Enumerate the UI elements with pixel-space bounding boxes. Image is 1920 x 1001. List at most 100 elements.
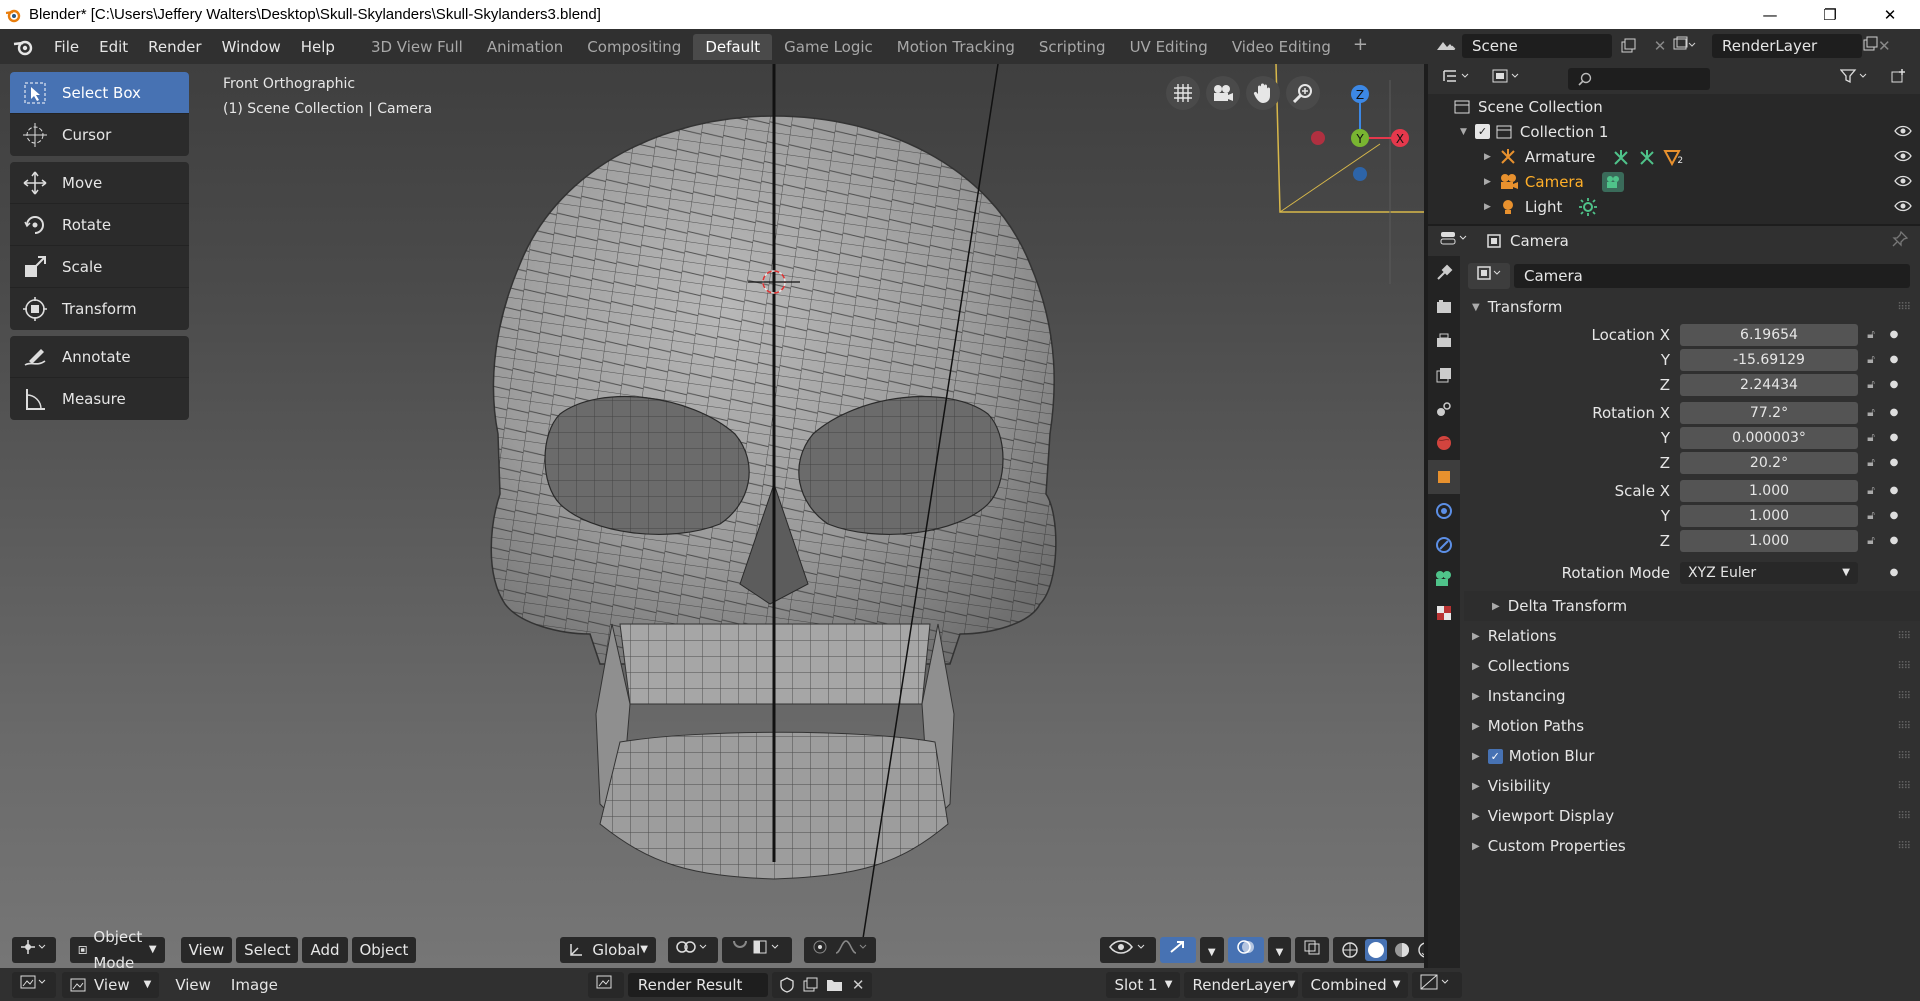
menu-add[interactable]: Add [302,937,348,963]
keyframe-dot-icon[interactable]: ● [1884,535,1904,546]
tool-select-box[interactable]: Select Box [10,72,189,114]
rotation-z-field[interactable]: 20.2° [1680,451,1858,474]
menu-object[interactable]: Object [351,937,417,963]
menu-file[interactable]: File [44,35,89,59]
gizmo-dropdown-icon[interactable]: ▼ [1199,937,1224,963]
outliner-row-camera[interactable]: ▶ Camera [1428,169,1920,194]
location-y-field[interactable]: -15.69129 [1680,348,1858,371]
new-image-icon[interactable] [802,977,818,993]
lock-icon[interactable]: 🔓︎ [1858,327,1884,342]
scale-y-field[interactable]: 1.000 [1680,504,1858,527]
close-window-button[interactable]: ✕ [1860,0,1920,29]
collection-exclude-checkbox[interactable]: ✓ [1474,124,1490,139]
lock-icon[interactable]: 🔓︎ [1858,533,1884,548]
object-name-field[interactable]: Camera [1514,264,1910,288]
tab-default[interactable]: Default [693,33,773,60]
outliner-row-collection-1[interactable]: ▼ ✓ Collection 1 [1428,119,1920,144]
lock-icon[interactable]: 🔓︎ [1858,430,1884,445]
scene-name-field[interactable]: Scene [1462,34,1612,58]
keyframe-dot-icon[interactable]: ● [1884,457,1904,468]
lock-icon[interactable]: 🔓︎ [1858,483,1884,498]
drag-grip-icon[interactable]: ⠿⠿ [1897,841,1911,852]
editor-type-icon[interactable] [12,937,56,963]
gizmo-toggle-icon[interactable] [1159,937,1196,963]
image-menu-image[interactable]: Image [221,973,288,997]
drag-grip-icon[interactable]: ⠿⠿ [1897,661,1911,672]
new-collection-icon[interactable] [1882,66,1916,92]
image-name-field[interactable]: Render Result [627,972,768,997]
drag-grip-icon[interactable]: ⠿⠿ [1897,302,1911,313]
visibility-icon[interactable] [1099,937,1156,963]
lock-icon[interactable]: 🔓︎ [1858,455,1884,470]
render-pass-dropdown[interactable]: Combined ▼ [1302,971,1409,998]
tool-annotate[interactable]: Annotate [10,336,189,378]
menu-select[interactable]: Select [236,937,299,963]
outliner-editor-type-icon[interactable] [1434,66,1480,92]
navigation-gizmo[interactable]: Z X Y [1300,72,1420,182]
keyframe-dot-icon[interactable]: ● [1884,354,1904,365]
tab-video-editing[interactable]: Video Editing [1220,34,1343,60]
texture-tab-icon[interactable] [1428,596,1460,630]
outliner-row-light[interactable]: ▶ Light [1428,194,1920,219]
drag-grip-icon[interactable]: ⠿⠿ [1897,721,1911,732]
keyframe-dot-icon[interactable]: ● [1884,485,1904,496]
drag-grip-icon[interactable]: ⠿⠿ [1897,631,1911,642]
tool-scale[interactable]: Scale [10,246,189,288]
tab-scripting[interactable]: Scripting [1027,34,1118,60]
keyframe-dot-icon[interactable]: ● [1884,379,1904,390]
image-editor-view-dropdown[interactable]: View ▼ [62,971,160,998]
view-layer-icon[interactable] [1672,36,1712,56]
keyframe-dot-icon[interactable]: ● [1884,510,1904,521]
visibility-eye-icon[interactable] [1894,173,1912,191]
tool-settings-tab-icon[interactable] [1428,256,1460,290]
visibility-eye-icon[interactable] [1894,148,1912,166]
fake-user-icon[interactable] [780,976,794,993]
render-tab-icon[interactable] [1428,290,1460,324]
drag-grip-icon[interactable]: ⠿⠿ [1897,781,1911,792]
drag-grip-icon[interactable]: ⠿⠿ [1897,691,1911,702]
motion-blur-panel-header[interactable]: ▶ ✓ Motion Blur ⠿⠿ [1464,741,1920,771]
scale-x-field[interactable]: 1.000 [1680,479,1858,502]
menu-window[interactable]: Window [212,35,291,59]
keyframe-dot-icon[interactable]: ● [1884,432,1904,443]
display-channels-icon[interactable] [1412,971,1463,998]
outliner-search-input[interactable] [1568,68,1710,90]
rendered-shading-icon[interactable] [1417,941,1424,959]
delta-transform-header[interactable]: ▶ Delta Transform [1464,591,1920,621]
unlink-image-icon[interactable]: ✕ [852,972,865,998]
tool-rotate[interactable]: Rotate [10,204,189,246]
menu-view[interactable]: View [180,937,233,963]
rotation-x-field[interactable]: 77.2° [1680,401,1858,424]
scene-icon[interactable] [1430,34,1462,58]
rotation-y-field[interactable]: 0.000003° [1680,426,1858,449]
object-browse-icon[interactable] [1468,263,1510,289]
drag-grip-icon[interactable]: ⠿⠿ [1897,811,1911,822]
snap-icon[interactable] [721,937,792,963]
rotation-mode-dropdown[interactable]: XYZ Euler ▼ [1680,561,1858,584]
tool-move[interactable]: Move [10,162,189,204]
lock-icon[interactable]: 🔓︎ [1858,377,1884,392]
outliner-row-scene-collection[interactable]: Scene Collection [1428,94,1920,119]
add-workspace-button[interactable]: + [1343,34,1378,60]
drag-grip-icon[interactable]: ⠿⠿ [1897,751,1911,762]
view-layer-name-field[interactable]: RenderLayer [1712,34,1862,58]
pan-hand-icon[interactable] [1246,76,1280,110]
pivot-point-icon[interactable] [667,937,718,963]
collections-panel-header[interactable]: ▶ Collections ⠿⠿ [1464,651,1920,681]
visibility-eye-icon[interactable] [1894,198,1912,216]
output-tab-icon[interactable] [1428,324,1460,358]
render-layer-dropdown[interactable]: RenderLayer ▼ [1184,971,1299,998]
keyframe-dot-icon[interactable]: ● [1884,567,1904,578]
view-layer-tab-icon[interactable] [1428,358,1460,392]
menu-help[interactable]: Help [291,35,345,59]
image-editor-type-icon[interactable] [12,971,56,998]
physics-tab-icon[interactable] [1428,528,1460,562]
tool-measure[interactable]: Measure [10,378,189,420]
relations-panel-header[interactable]: ▶ Relations ⠿⠿ [1464,621,1920,651]
overlays-dropdown-icon[interactable]: ▼ [1267,937,1292,963]
minimize-button[interactable]: — [1740,0,1800,29]
toggle-grid-icon[interactable] [1166,76,1200,110]
lock-icon[interactable]: 🔓︎ [1858,405,1884,420]
xray-toggle-icon[interactable] [1295,937,1330,963]
expand-arrow-icon[interactable]: ▼ [1460,127,1467,137]
